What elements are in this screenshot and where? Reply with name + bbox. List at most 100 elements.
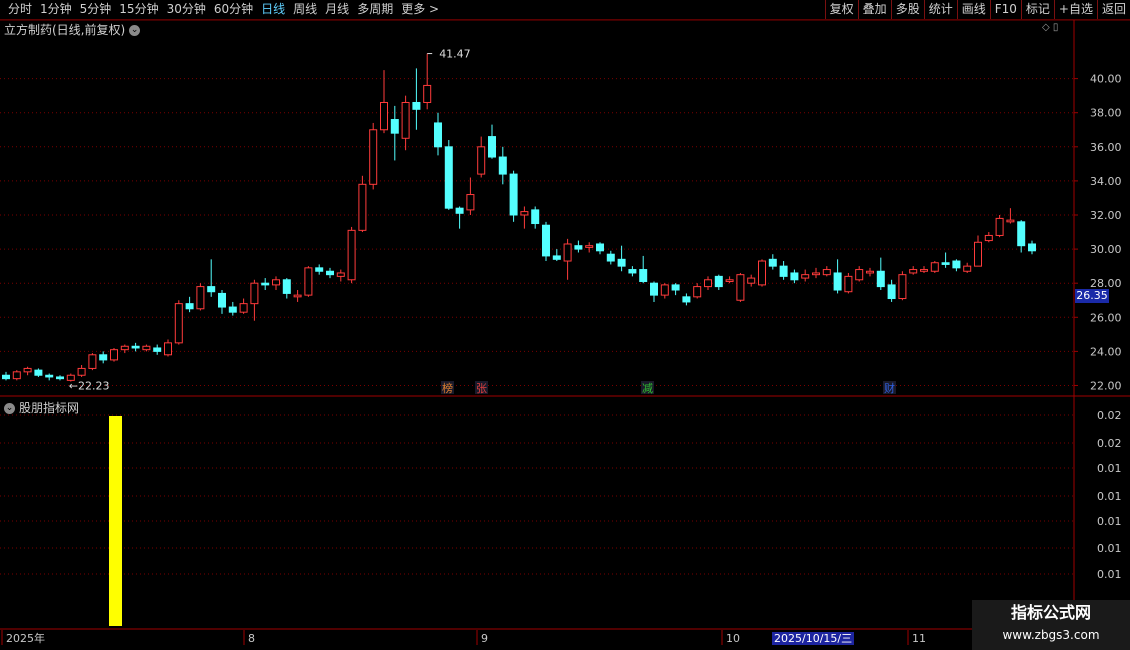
candle[interactable] [952,259,961,272]
candle[interactable] [99,351,108,364]
candle[interactable] [736,272,745,302]
candle[interactable] [347,226,356,284]
candle[interactable] [131,342,140,352]
candle[interactable] [250,279,259,321]
candle[interactable] [477,136,486,178]
candle[interactable] [531,206,540,229]
candle[interactable] [23,366,32,376]
candle[interactable] [704,276,712,291]
candle[interactable] [498,146,507,185]
candle[interactable] [369,122,378,190]
candle[interactable] [768,254,777,270]
candle[interactable] [444,139,453,210]
candle[interactable] [228,301,237,316]
candle[interactable] [542,221,550,262]
candle[interactable] [930,261,939,273]
candle[interactable] [77,365,86,377]
candle[interactable] [12,370,21,381]
candle[interactable] [682,293,691,306]
price-tick-label: 38.00 [1090,107,1122,120]
candle[interactable] [520,206,529,229]
candle[interactable] [833,259,842,294]
candle[interactable] [574,240,583,253]
candle[interactable] [1028,240,1036,255]
candle[interactable] [974,235,982,267]
candle[interactable] [963,262,972,273]
candle[interactable] [606,250,615,265]
candle[interactable] [1006,208,1015,224]
candle[interactable] [693,283,702,299]
candle[interactable] [909,266,918,275]
candle[interactable] [855,266,864,282]
candle[interactable] [390,105,399,161]
candle[interactable] [423,53,432,110]
candle[interactable] [758,259,766,287]
candle[interactable] [380,70,388,134]
kline-chart[interactable]: 40.0038.0036.0034.0032.0030.0028.0026.00… [0,0,1130,650]
candle[interactable] [801,269,810,282]
candle[interactable] [218,290,226,314]
candle[interactable] [628,266,637,277]
candle[interactable] [822,266,831,277]
candle[interactable] [714,274,723,291]
candle[interactable] [412,68,421,130]
candle[interactable] [455,206,464,229]
candle[interactable] [88,353,97,371]
candle[interactable] [984,232,993,243]
candle[interactable] [196,283,205,311]
indicator-title[interactable]: ⌄ 股朋指标网 [4,399,79,416]
candle[interactable] [56,375,64,381]
candle[interactable] [650,281,658,302]
candle[interactable] [466,177,475,215]
candle[interactable] [887,279,896,302]
candle[interactable] [552,249,561,262]
candle[interactable] [790,269,799,284]
candle[interactable] [585,242,594,253]
candle[interactable] [898,271,907,301]
candle[interactable] [401,95,410,151]
candle[interactable] [293,290,302,302]
candle[interactable] [920,266,928,273]
candle-body [282,279,291,294]
candle[interactable] [174,300,183,345]
candle[interactable] [34,368,43,377]
candle[interactable] [2,371,10,381]
candle[interactable] [282,278,291,299]
candle[interactable] [844,272,853,294]
candle[interactable] [639,255,648,284]
candle[interactable] [336,269,345,282]
candle[interactable] [185,296,194,313]
candle[interactable] [779,261,788,280]
candle[interactable] [261,278,270,291]
candle[interactable] [725,276,734,284]
candle[interactable] [660,283,669,299]
candle[interactable] [812,267,820,279]
candle[interactable] [488,124,496,159]
candle[interactable] [747,274,756,287]
candle[interactable] [45,373,54,381]
candle-body [639,269,648,282]
candle[interactable] [207,259,216,297]
candle[interactable] [153,344,162,355]
candle[interactable] [671,283,680,296]
candle[interactable] [326,267,334,279]
candle[interactable] [866,267,874,277]
candle[interactable] [563,238,572,280]
candle[interactable] [120,344,129,354]
chevron-down-icon[interactable]: ⌄ [4,403,15,414]
candle[interactable] [358,175,367,233]
candle[interactable] [110,347,118,362]
candle[interactable] [941,252,950,268]
candle[interactable] [995,215,1004,238]
candle[interactable] [164,339,172,357]
candle[interactable] [304,266,313,297]
candle[interactable] [434,112,442,156]
candle[interactable] [239,298,248,314]
candle[interactable] [272,276,280,291]
candle[interactable] [1017,220,1026,253]
candle[interactable] [596,242,604,255]
candle[interactable] [142,344,151,352]
candle[interactable] [509,170,518,222]
candle[interactable] [876,257,885,291]
candle[interactable] [315,264,324,275]
